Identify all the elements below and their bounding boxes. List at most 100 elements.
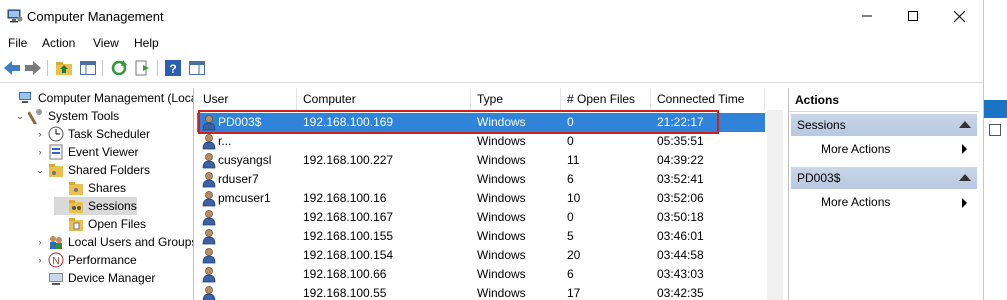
maximize-button[interactable] — [890, 0, 936, 32]
cell-user: cusyangsl — [218, 153, 272, 167]
back-button[interactable] — [3, 59, 21, 77]
tree-item[interactable]: Shares — [54, 179, 126, 197]
actions-pane-title: Actions — [789, 88, 979, 112]
console-tree-icon — [80, 61, 96, 75]
more-actions-item[interactable]: More Actions — [821, 142, 890, 156]
cell-type: Windows — [477, 134, 526, 148]
user-session-icon — [202, 134, 216, 150]
tree-item[interactable]: Sessions — [54, 197, 137, 215]
cell-user: rduser7 — [218, 172, 259, 186]
help-button[interactable]: ? — [164, 59, 182, 77]
back-arrow-icon — [4, 61, 20, 75]
cell-user: pmcuser1 — [218, 191, 271, 205]
cell-open-files: 0 — [567, 115, 574, 129]
computer-management-window: Computer Management File Action View Hel… — [0, 0, 984, 300]
column-header-type[interactable]: Type — [471, 88, 561, 110]
tree-item-label: Task Scheduler — [68, 127, 151, 141]
session-row[interactable]: 192.168.100.167 Windows 0 03:50:18 — [197, 208, 765, 227]
expand-toggle-icon[interactable]: ⌄ — [14, 111, 26, 122]
close-icon — [953, 10, 965, 22]
menu-help[interactable]: Help — [134, 36, 159, 50]
export-list-button[interactable] — [134, 59, 152, 77]
user-session-icon — [202, 248, 216, 264]
show-hide-action-pane-button[interactable] — [188, 59, 206, 77]
sessions-list: User Computer Type # Open Files Connecte… — [197, 88, 783, 300]
actions-section-sessions[interactable]: Sessions — [791, 114, 977, 136]
tree-item[interactable]: › Local Users and Groups — [34, 233, 193, 251]
tree-item[interactable]: › Event Viewer — [34, 143, 138, 161]
svg-text:?: ? — [169, 62, 176, 76]
session-row[interactable]: cusyangsl 192.168.100.227 Windows 11 04:39:2… — [197, 151, 765, 170]
tree-item-label: Performance — [68, 253, 137, 267]
cell-computer: 192.168.100.227 — [303, 153, 394, 167]
session-row[interactable]: rduser7 Windows 6 03:52:41 — [197, 170, 765, 189]
sessions-icon — [69, 200, 83, 213]
close-button[interactable] — [936, 0, 982, 32]
tree-item[interactable]: ⌄ System Tools — [14, 107, 119, 125]
expand-toggle-icon[interactable]: › — [34, 237, 46, 247]
cell-connected-time: 05:35:51 — [657, 134, 704, 148]
cell-open-files: 11 — [567, 153, 580, 167]
session-row[interactable]: r... Windows 0 05:35:51 — [197, 132, 765, 151]
forward-button[interactable] — [24, 59, 42, 77]
session-row[interactable]: 192.168.100.155 Windows 5 03:46:01 — [197, 227, 765, 246]
show-hide-console-tree-button[interactable] — [79, 59, 97, 77]
actions-section-selected-session[interactable]: PD003$ — [791, 167, 977, 189]
tree-item[interactable]: Computer Management (Local — [4, 89, 194, 107]
up-one-level-button[interactable] — [55, 59, 73, 77]
user-session-icon — [202, 267, 216, 283]
cell-connected-time: 03:52:06 — [657, 191, 704, 205]
tree-item-label: System Tools — [48, 109, 120, 123]
column-header-connected-time[interactable]: Connected Time — [651, 88, 765, 110]
cell-connected-time: 03:42:35 — [657, 286, 704, 300]
tools-icon — [28, 109, 42, 124]
tree-item-label: Open Files — [88, 217, 147, 231]
more-actions-label: More Actions — [821, 195, 891, 209]
tree-item-label: Shares — [88, 181, 127, 195]
menu-view[interactable]: View — [93, 36, 119, 50]
session-row[interactable]: 192.168.100.66 Windows 6 03:43:03 — [197, 265, 765, 284]
expand-toggle-icon[interactable]: › — [34, 147, 46, 157]
tree-item[interactable]: ⌄ Shared Folders — [34, 161, 150, 179]
tree-item[interactable]: Open Files — [54, 215, 146, 233]
tree-item[interactable]: › Task Scheduler — [34, 125, 150, 143]
tree-item-label: Computer Management (Local — [38, 91, 194, 105]
expand-toggle-icon[interactable]: › — [34, 255, 46, 265]
session-row[interactable]: PD003$ 192.168.100.169 Windows 0 21:22:17 — [197, 113, 765, 132]
minimize-button[interactable] — [844, 0, 890, 32]
menu-action[interactable]: Action — [42, 36, 75, 50]
vertical-scrollbar[interactable] — [767, 110, 783, 300]
cell-computer: 192.168.100.155 — [303, 229, 394, 243]
shared-folder-icon — [49, 164, 63, 177]
more-actions-item[interactable]: More Actions — [821, 195, 890, 209]
svg-text:N: N — [52, 256, 59, 267]
tree-item-label: Sessions — [88, 199, 137, 213]
column-header-open-files[interactable]: # Open Files — [561, 88, 651, 110]
action-pane-icon — [189, 61, 205, 75]
tree-item[interactable]: Device Manager — [34, 269, 155, 287]
background-window-edge — [984, 0, 1007, 300]
menu-file[interactable]: File — [8, 36, 27, 50]
background-checkbox[interactable] — [989, 124, 1001, 136]
user-session-icon — [202, 229, 216, 245]
maximize-icon — [908, 11, 918, 21]
console-tree: Computer Management (Local ⌄ System Tools ›… — [0, 88, 194, 300]
column-header-computer[interactable]: Computer — [297, 88, 471, 110]
session-row[interactable]: 192.168.100.55 Windows 17 03:42:35 — [197, 284, 765, 300]
session-row[interactable]: 192.168.100.154 Windows 20 03:44:58 — [197, 246, 765, 265]
cell-type: Windows — [477, 172, 526, 186]
column-header-user[interactable]: User — [197, 88, 297, 110]
refresh-button[interactable] — [110, 59, 128, 77]
computer-icon — [19, 92, 31, 103]
user-session-icon — [202, 191, 216, 207]
event-log-icon — [49, 144, 63, 160]
device-manager-icon — [49, 273, 63, 285]
cell-open-files: 6 — [567, 267, 574, 281]
expand-toggle-icon[interactable]: › — [34, 129, 46, 139]
expand-toggle-icon[interactable]: ⌄ — [34, 165, 46, 176]
session-row[interactable]: pmcuser1 192.168.100.16 Windows 10 03:52:06 — [197, 189, 765, 208]
tree-item[interactable]: › N Performance — [34, 251, 137, 269]
clock-icon — [48, 126, 64, 142]
cell-type: Windows — [477, 229, 526, 243]
background-window-bar — [984, 100, 1007, 118]
